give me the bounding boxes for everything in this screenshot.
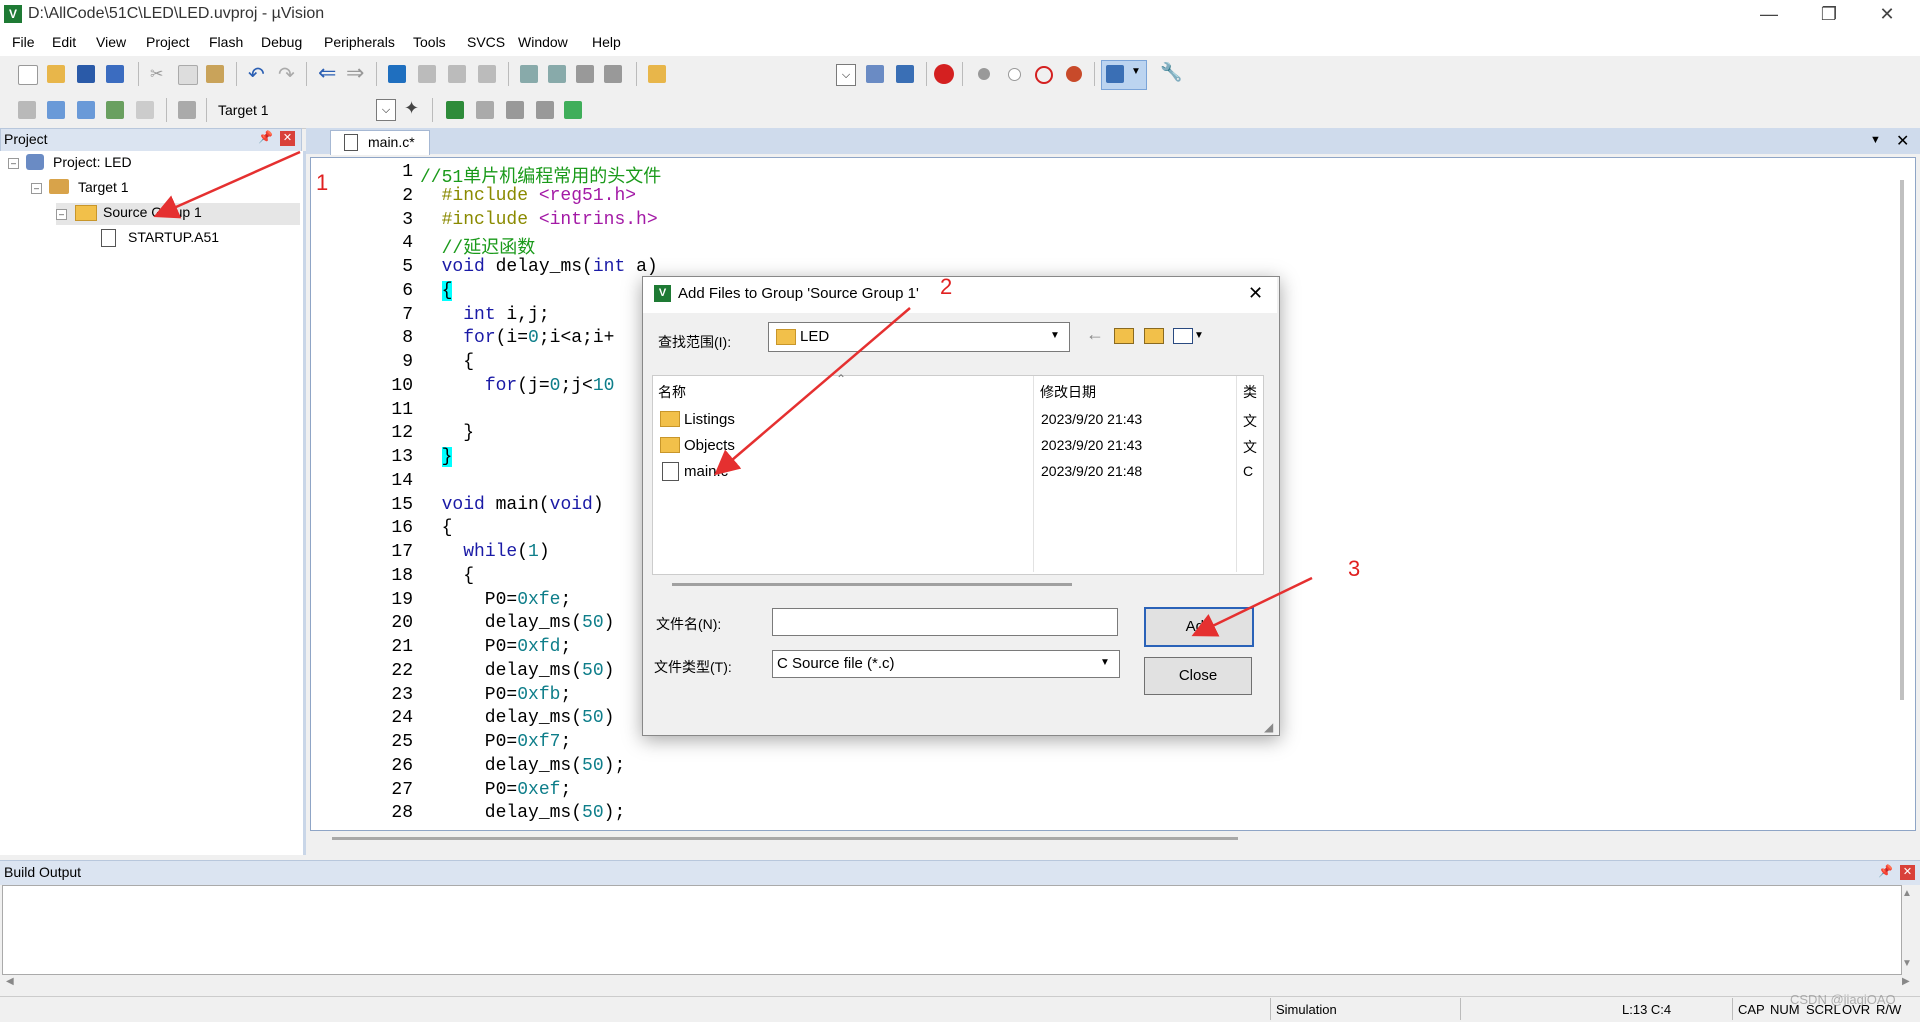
annotation-label-1: 1 xyxy=(316,170,329,195)
annotation-label-3: 3 xyxy=(1348,556,1361,581)
annotation-overlay xyxy=(153,150,1313,637)
annotation-arrow-3 xyxy=(1191,576,1313,637)
annotation-label-2: 2 xyxy=(940,274,953,299)
annotation-arrow-2 xyxy=(714,307,911,476)
annotation-arrow-1 xyxy=(153,150,301,219)
